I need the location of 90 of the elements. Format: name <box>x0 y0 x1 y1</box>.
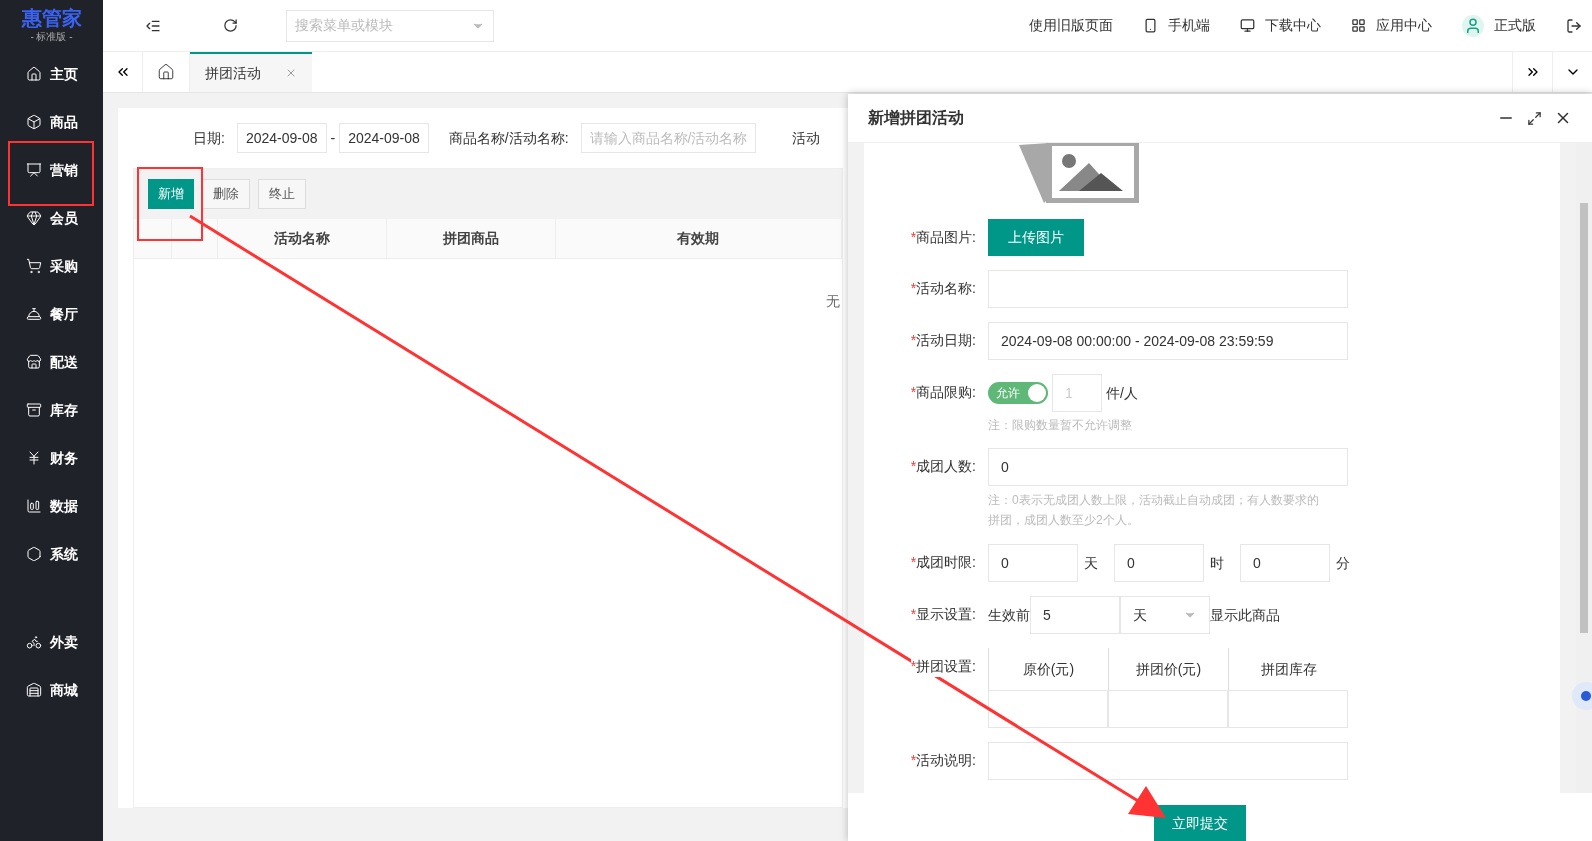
header-link[interactable]: 应用中心 <box>1351 15 1432 36</box>
bike-icon <box>26 634 42 650</box>
monitor-icon <box>1240 18 1255 33</box>
toolbar-button[interactable]: 新增 <box>148 179 194 209</box>
sidebar-item[interactable]: 餐厅 <box>0 290 103 338</box>
field-label: *显示设置: <box>909 605 977 624</box>
grid-icon <box>1351 18 1366 33</box>
date-field[interactable]: 2024-09-08 <box>339 123 429 153</box>
unit-text: 件/人 <box>1106 383 1138 403</box>
bell-icon <box>26 306 42 322</box>
field-prefix: 生效前 <box>988 605 1030 625</box>
header-link[interactable]: 下载中心 <box>1240 15 1321 36</box>
bar-chart-icon <box>26 498 42 514</box>
input-field[interactable]: 2024-09-08 00:00:00 - 2024-09-08 23:59:59 <box>988 322 1348 360</box>
filter-label: 活动 <box>792 128 821 148</box>
edition-text: - 标准版 - <box>30 32 73 42</box>
home-icon <box>26 66 42 82</box>
column-header: 拼团库存 <box>1228 648 1348 690</box>
table-header-cell: 活动名称 <box>218 219 387 258</box>
sidebar-item[interactable]: 数据 <box>0 482 103 530</box>
field-suffix: 显示此商品 <box>1210 605 1280 625</box>
sidebar-item[interactable]: 外卖 <box>0 618 103 666</box>
unit-select[interactable]: 天 <box>1120 596 1210 634</box>
sidebar-item[interactable]: 会员 <box>0 194 103 242</box>
input-field[interactable] <box>1228 690 1348 728</box>
header-link[interactable]: 正式版 <box>1462 14 1536 37</box>
shop-icon <box>26 682 42 698</box>
sidebar-item[interactable]: 库存 <box>0 386 103 434</box>
input-field[interactable]: 0 <box>988 544 1078 582</box>
field-label: *拼团设置: <box>910 656 976 677</box>
input-field[interactable] <box>988 742 1348 780</box>
empty-text: 无 <box>826 292 840 311</box>
phone-icon <box>1143 18 1158 33</box>
date-separator: - <box>330 128 336 148</box>
table-header-cell: 拼团商品 <box>386 219 556 258</box>
header-link[interactable]: 使用旧版页面 <box>1029 15 1113 36</box>
sidebar-item[interactable]: 财务 <box>0 434 103 482</box>
logout-icon[interactable] <box>1566 17 1582 34</box>
sidebar-item[interactable]: 配送 <box>0 338 103 386</box>
unit-text: 天 <box>1084 553 1099 573</box>
cube-icon <box>26 114 42 130</box>
input-field[interactable] <box>1108 690 1228 728</box>
archive-icon <box>26 402 42 418</box>
image-placeholder-icon <box>1019 143 1139 203</box>
store-icon <box>26 354 42 370</box>
gem-icon <box>26 210 42 226</box>
chart-icon <box>26 162 42 178</box>
maximize-icon[interactable] <box>1527 110 1542 126</box>
sidebar-item[interactable]: 商品 <box>0 98 103 146</box>
header-link[interactable]: 手机端 <box>1143 15 1210 36</box>
hint-text: 注：限购数量暂不允许调整 <box>988 417 1133 434</box>
toolbar-button[interactable]: 终止 <box>258 179 306 209</box>
field-label: *活动说明: <box>909 751 977 770</box>
refresh-icon[interactable] <box>223 18 238 33</box>
input-field[interactable] <box>988 270 1348 308</box>
user-icon <box>1462 14 1484 37</box>
date-field[interactable]: 2024-09-08 <box>236 123 327 153</box>
logo-text: 惠管家 <box>21 8 82 28</box>
yen-icon <box>26 450 42 466</box>
dialog-title: 新增拼团活动 <box>868 108 964 128</box>
page-tab[interactable]: 拼团活动 <box>190 52 312 92</box>
toolbar-button[interactable]: 删除 <box>202 179 250 209</box>
field-label: *商品图片: <box>909 228 977 247</box>
field-label: *活动日期: <box>909 331 977 350</box>
field-label: *活动名称: <box>909 279 977 298</box>
cart-icon <box>26 258 42 274</box>
input-field[interactable] <box>988 690 1108 728</box>
unit-text: 时 <box>1210 553 1225 573</box>
home-icon[interactable] <box>157 63 175 81</box>
sidebar-item[interactable]: 系统 <box>0 530 103 578</box>
filter-label: 商品名称/活动名称: <box>448 128 569 148</box>
upload-button[interactable]: 上传图片 <box>988 219 1084 256</box>
input-field[interactable]: 0 <box>988 448 1348 486</box>
hexagon-icon <box>26 546 42 562</box>
field-label: *商品限购: <box>909 383 977 402</box>
field-label: *成团人数: <box>909 457 977 476</box>
sidebar-item[interactable]: 商城 <box>0 666 103 714</box>
input-field[interactable]: 0 <box>1240 544 1330 582</box>
input-field[interactable]: 5 <box>1030 596 1120 634</box>
sidebar-item[interactable]: 采购 <box>0 242 103 290</box>
column-header: 原价(元) <box>988 648 1108 690</box>
sidebar-item[interactable]: 主页 <box>0 50 103 98</box>
filter-label: 日期: <box>193 128 225 148</box>
table-header-cell: 有效期 <box>555 219 842 258</box>
column-header: 拼团价(元) <box>1108 648 1228 690</box>
sidebar-item[interactable]: 营销 <box>0 146 103 194</box>
field-label: *成团时限: <box>909 553 977 572</box>
submit-button[interactable]: 立即提交 <box>1154 805 1246 841</box>
input-field[interactable]: 0 <box>1114 544 1204 582</box>
unit-text: 分 <box>1336 553 1351 573</box>
